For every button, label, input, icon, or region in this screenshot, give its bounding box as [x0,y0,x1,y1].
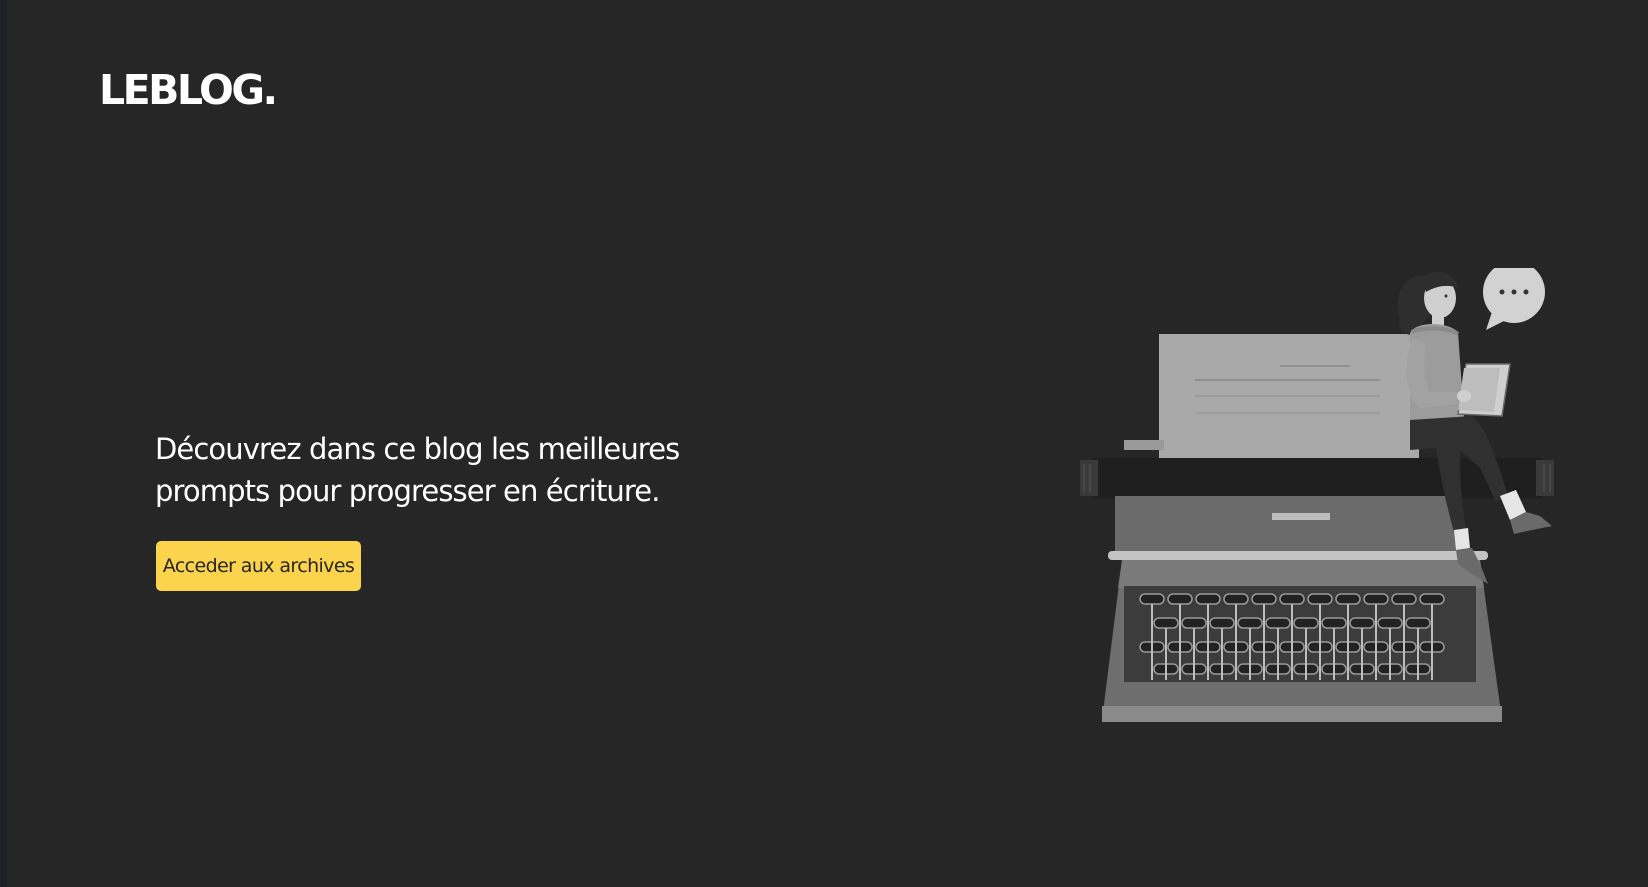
platen-roller [1092,458,1542,498]
speech-bubble-icon [1483,268,1545,330]
left-edge-divider [0,0,7,887]
hero-headline: Découvrez dans ce blog les meilleures pr… [155,432,680,508]
typewriter-illustration [1080,268,1554,722]
paper-sheet [1159,334,1419,462]
site-logo[interactable]: LEBLOG. [99,70,278,111]
archives-button[interactable]: Acceder aux archives [156,541,361,591]
typewriter-top [1115,496,1460,552]
